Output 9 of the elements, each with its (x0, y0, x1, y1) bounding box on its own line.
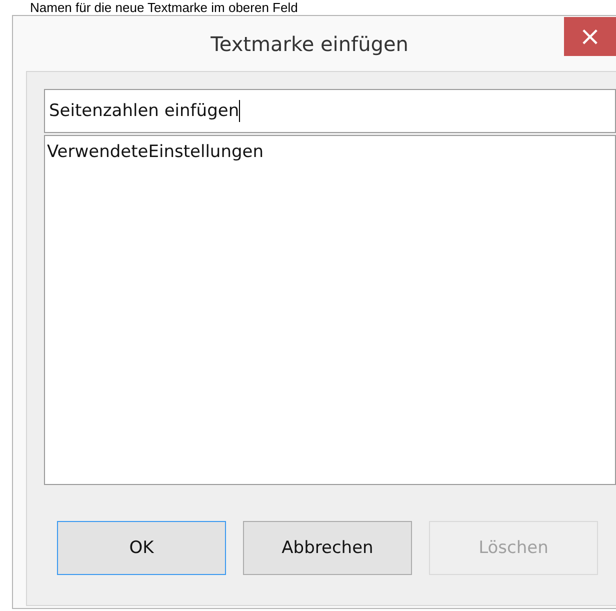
window-title: Textmarke einfügen (210, 31, 410, 56)
text-cursor (239, 100, 240, 122)
bookmark-list-item[interactable]: VerwendeteEinstellungen (47, 140, 613, 164)
dialog-button[interactable]: OK (57, 521, 226, 575)
background-text: Namen für die neue Textmarke im oberen Feld (29, 0, 299, 15)
name-input-field[interactable]: Seitenzahlen einfügen (44, 89, 616, 133)
dialog-button[interactable]: Abbrechen (243, 521, 412, 575)
field-value: Seitenzahlen einfügen (49, 101, 240, 121)
close-button[interactable]: × (564, 17, 616, 56)
